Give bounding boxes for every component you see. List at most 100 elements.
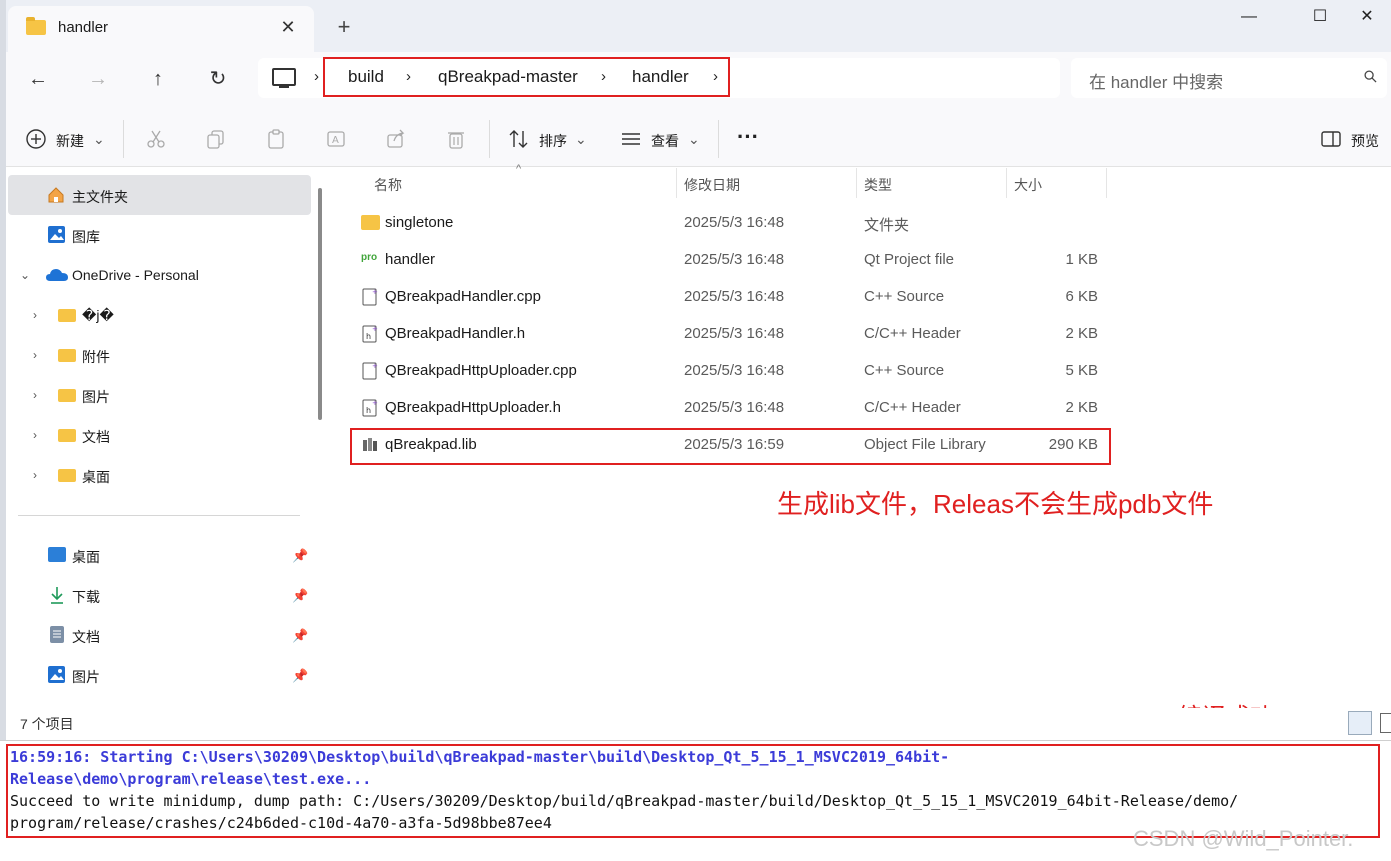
gallery-icon <box>48 226 65 243</box>
up-button[interactable]: ↑ <box>142 66 174 92</box>
document-icon <box>50 626 64 643</box>
back-button[interactable]: ← <box>22 66 54 92</box>
tab-handler[interactable]: handler ✕ <box>8 6 314 52</box>
chevron-right-icon[interactable]: › <box>33 308 37 322</box>
console-line: Succeed to write minidump, dump path: C:… <box>10 792 1239 810</box>
file-name: QBreakpadHttpUploader.cpp <box>385 362 577 379</box>
chevron-right-icon[interactable]: › <box>33 388 37 402</box>
new-button[interactable]: 新建 <box>56 131 84 151</box>
file-row[interactable]: + QBreakpadHttpUploader.cpp 2025/5/3 16:… <box>352 356 1112 390</box>
file-name: QBreakpadHandler.h <box>385 325 526 342</box>
file-date: 2025/5/3 16:48 <box>684 288 785 305</box>
column-header-name[interactable]: 名称 <box>374 175 402 195</box>
sidebar-item-desktop[interactable]: 桌面 <box>82 467 110 487</box>
tab-close-button[interactable]: ✕ <box>278 15 298 39</box>
share-icon[interactable] <box>385 128 407 150</box>
console-line: program/release/crashes/c24b6ded-c10d-4a… <box>10 814 552 832</box>
file-row[interactable]: h + QBreakpadHttpUploader.h 2025/5/3 16:4… <box>352 393 1112 427</box>
search-placeholder: 在 handler 中搜索 <box>1089 73 1224 92</box>
sort-icon[interactable] <box>508 128 530 150</box>
folder-icon <box>361 215 380 230</box>
file-size: 6 KB <box>1065 288 1098 305</box>
rename-icon[interactable]: A <box>325 128 347 150</box>
sidebar-item-attachments[interactable]: 附件 <box>82 347 110 367</box>
chevron-down-icon[interactable]: ⌄ <box>20 268 30 282</box>
header-file-icon: h+ <box>362 399 378 417</box>
refresh-button[interactable]: ↻ <box>202 66 234 92</box>
tiles-view-icon[interactable] <box>1380 713 1391 733</box>
quick-access-documents[interactable]: 文档 <box>72 627 100 647</box>
column-divider[interactable] <box>1106 168 1107 198</box>
more-options-button[interactable]: ··· <box>737 124 759 150</box>
file-name: handler <box>385 251 436 268</box>
folder-icon <box>58 389 76 402</box>
quick-access-pictures[interactable]: 图片 <box>72 667 100 687</box>
breadcrumb-highlight <box>323 57 730 97</box>
home-icon <box>48 187 64 203</box>
copy-icon[interactable] <box>205 128 227 150</box>
sidebar-item-gallery[interactable]: 图库 <box>72 227 100 247</box>
svg-text:+: + <box>372 288 378 296</box>
chevron-right-icon[interactable]: › <box>314 68 319 85</box>
watermark: CSDN @Wild_Pointer. <box>1133 826 1354 851</box>
chevron-down-icon[interactable]: ⌄ <box>93 131 105 148</box>
file-date: 2025/5/3 16:48 <box>684 362 785 379</box>
sidebar-item-home[interactable]: 主文件夹 <box>72 187 128 207</box>
lib-row-highlight <box>350 428 1111 465</box>
file-size: 2 KB <box>1065 325 1098 342</box>
pictures-icon <box>48 666 65 683</box>
chevron-right-icon[interactable]: › <box>33 468 37 482</box>
quick-access-desktop[interactable]: 桌面 <box>72 547 100 567</box>
new-plus-icon[interactable] <box>25 128 47 150</box>
file-row[interactable]: singletone 2025/5/3 16:48 文件夹 <box>352 208 1112 242</box>
file-size: 1 KB <box>1065 251 1098 268</box>
sidebar-item-folder[interactable]: �j� <box>82 307 114 324</box>
nav-scrollbar[interactable] <box>318 188 322 420</box>
pin-icon[interactable]: 📌 <box>292 588 308 604</box>
sidebar-item-documents[interactable]: 文档 <box>82 427 110 447</box>
cut-icon[interactable] <box>145 128 167 150</box>
column-divider[interactable] <box>856 168 857 198</box>
column-divider[interactable] <box>1006 168 1007 198</box>
close-window-button[interactable]: ✕ <box>1344 6 1390 28</box>
search-input[interactable]: 在 handler 中搜索 <box>1071 58 1387 98</box>
file-row[interactable]: pro handler 2025/5/3 16:48 Qt Project fi… <box>352 245 1112 279</box>
column-header-date[interactable]: 修改日期 <box>684 175 740 195</box>
file-type: Qt Project file <box>864 251 955 268</box>
preview-pane-icon[interactable] <box>1320 128 1342 150</box>
svg-text:h: h <box>366 332 371 341</box>
new-tab-button[interactable]: + <box>332 14 356 40</box>
sidebar-item-onedrive[interactable]: OneDrive - Personal <box>72 267 199 283</box>
view-button[interactable]: 查看 <box>651 131 679 151</box>
download-icon <box>51 587 63 604</box>
console-line: 16:59:16: Starting C:\Users\30209\Deskto… <box>10 748 950 766</box>
pin-icon[interactable]: 📌 <box>292 668 308 684</box>
maximize-button[interactable]: ☐ <box>1297 6 1343 28</box>
svg-text:+: + <box>372 399 378 407</box>
file-row[interactable]: h + QBreakpadHandler.h 2025/5/3 16:48 C/C… <box>352 319 1112 353</box>
sidebar-item-pictures[interactable]: 图片 <box>82 387 110 407</box>
quick-access-downloads[interactable]: 下载 <box>72 587 100 607</box>
chevron-right-icon[interactable]: › <box>33 348 37 362</box>
column-header-size[interactable]: 大小 <box>1014 175 1042 195</box>
column-header-type[interactable]: 类型 <box>864 175 892 195</box>
pin-icon[interactable]: 📌 <box>292 628 308 644</box>
minimize-button[interactable]: — <box>1226 6 1272 28</box>
computer-icon[interactable] <box>272 68 296 88</box>
console-line: Release\demo\program\release\test.exe... <box>10 770 372 788</box>
view-icon[interactable] <box>620 128 642 150</box>
preview-button[interactable]: 预览 <box>1351 131 1379 151</box>
delete-icon[interactable] <box>445 128 467 150</box>
svg-text:+: + <box>372 325 378 333</box>
chevron-right-icon[interactable]: › <box>33 428 37 442</box>
forward-button[interactable]: → <box>82 66 114 92</box>
paste-icon[interactable] <box>265 128 287 150</box>
pin-icon[interactable]: 📌 <box>292 548 308 564</box>
sort-button[interactable]: 排序 <box>539 131 567 151</box>
column-divider[interactable] <box>676 168 677 198</box>
chevron-down-icon[interactable]: ⌄ <box>688 131 700 148</box>
svg-text:A: A <box>332 135 339 146</box>
file-row[interactable]: + QBreakpadHandler.cpp 2025/5/3 16:48 C+… <box>352 282 1112 316</box>
chevron-down-icon[interactable]: ⌄ <box>575 131 587 148</box>
details-view-icon[interactable] <box>1348 711 1372 735</box>
